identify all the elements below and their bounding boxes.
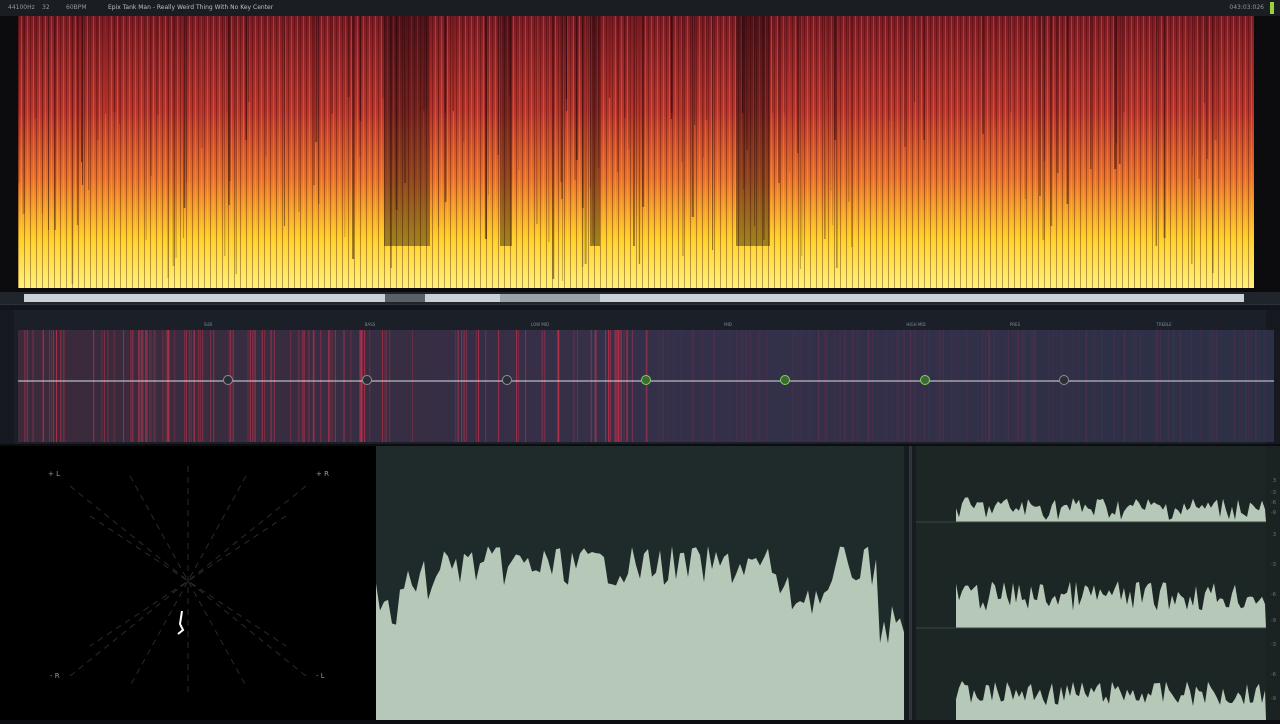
meter-scale-tick: -9 (1271, 510, 1276, 516)
band-meter-graphic (916, 446, 1280, 720)
eq-band-node[interactable] (362, 375, 372, 385)
waveform-overview[interactable] (0, 292, 1280, 304)
meter-scale-tick: -6 (1271, 672, 1276, 678)
eq-band-node[interactable] (920, 375, 930, 385)
eq-display[interactable] (18, 330, 1274, 442)
eq-band-node[interactable] (780, 375, 790, 385)
eq-panel: SUB BASS LOW MID MID HIGH MID PRES TREBL… (0, 310, 1280, 444)
vertical-splitter[interactable] (904, 446, 916, 720)
meter-scale-tick: -6 (1271, 500, 1276, 506)
meter-scale-tick: -9 (1271, 618, 1276, 624)
meter-scale-tick: -3 (1271, 490, 1276, 496)
track-title: Epix Tank Man - Really Weird Thing With … (108, 4, 274, 11)
overview-graphic (24, 294, 1244, 302)
bit-depth-label: 32 (42, 4, 50, 11)
meter-scale-tick: 3 (1272, 478, 1276, 484)
eq-band-node[interactable] (223, 375, 233, 385)
eq-band-node[interactable] (641, 375, 651, 385)
top-status-bar: 44100Hz 32 60BPM Epix Tank Man - Really … (0, 0, 1280, 17)
eq-band-node[interactable] (502, 375, 512, 385)
goniometer-panel: + L + R - R - L (0, 446, 376, 720)
meter-scale-tick: 3 (1272, 532, 1276, 538)
eq-left-rail (0, 310, 14, 444)
sample-rate-label: 44100Hz (8, 4, 35, 11)
tempo-label: 60BPM (66, 4, 87, 11)
waveform-graphic (376, 546, 904, 720)
spectrogram-panel[interactable] (0, 16, 1280, 292)
gonio-label-minus-r: - R (50, 672, 60, 680)
waveform-panel[interactable] (376, 446, 904, 720)
time-readout: 043:03:026 (1229, 4, 1264, 11)
gonio-label-plus-r: + R (316, 470, 329, 478)
meter-scale-tick: -3 (1271, 562, 1276, 568)
spectrogram-graphic (0, 16, 1280, 292)
meter-scale-tick: -9 (1271, 696, 1276, 702)
eq-spectrum-graphic (18, 330, 1274, 442)
peak-indicator (1270, 2, 1274, 14)
meter-scale-tick: -3 (1271, 642, 1276, 648)
gonio-label-minus-l: - L (316, 672, 325, 680)
gonio-label-plus-l: + L (48, 470, 60, 478)
band-meter-panel: 3 -3 -6 -9 3 -3 -6 -9 -3 -6 -9 (916, 446, 1280, 720)
meter-scale-tick: -6 (1271, 592, 1276, 598)
eq-band-node[interactable] (1059, 375, 1069, 385)
